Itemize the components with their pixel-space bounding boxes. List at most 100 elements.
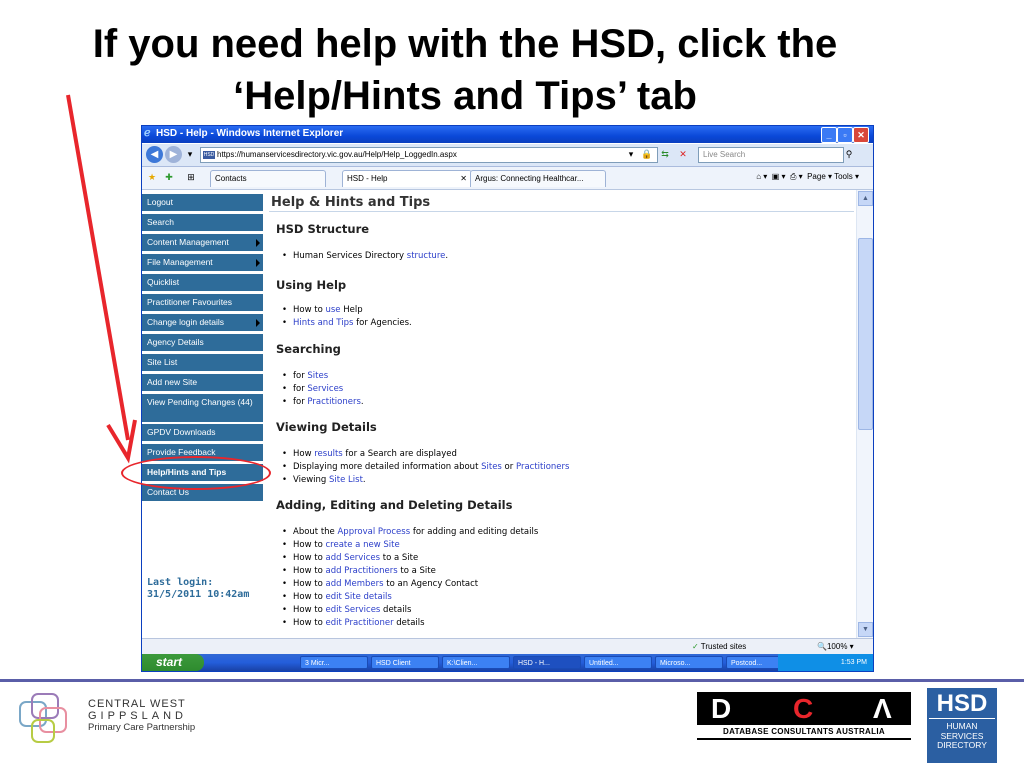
taskbar-button[interactable]: HSD Client <box>371 656 439 669</box>
sidebar-item-change-login-details[interactable]: Change login details <box>142 314 263 332</box>
list-item: About the Approval Process for adding an… <box>276 526 538 539</box>
sidebar-item-search[interactable]: Search <box>142 214 263 232</box>
item-text: to a Site <box>397 566 436 576</box>
last-login-value: 31/5/2011 10:42am <box>147 589 250 600</box>
dca-subtitle: DATABASE CONSULTANTS AUSTRALIA <box>697 725 911 738</box>
scroll-up-icon[interactable]: ▲ <box>858 191 873 206</box>
help-link[interactable]: edit Practitioner <box>325 618 393 628</box>
list-item: How to edit Practitioner details <box>276 617 538 630</box>
help-link[interactable]: Sites <box>307 371 328 381</box>
item-text: How to <box>293 540 326 550</box>
taskbar-button[interactable]: Untitled... <box>584 656 652 669</box>
favorites-star-icon[interactable]: ★ <box>145 171 159 184</box>
sidebar-item-site-list[interactable]: Site List <box>142 354 263 372</box>
close-icon[interactable]: ✕ <box>853 127 869 143</box>
help-link[interactable]: results <box>314 449 342 459</box>
print-icon[interactable]: ⎙ ▾ <box>790 172 803 181</box>
status-bar: ✓ Trusted sites 🔍100% ▾ <box>142 638 873 654</box>
cwg-wordmark: CENTRAL WEST GIPPSLAND Primary Care Part… <box>88 698 195 734</box>
live-search-input[interactable]: Live Search <box>698 147 844 163</box>
hsd-line-3: DIRECTORY <box>937 740 987 750</box>
tab-hsd-help[interactable]: HSD - Help ✕ <box>342 170 472 187</box>
stop-icon[interactable]: ✕ <box>676 148 690 161</box>
address-input[interactable]: HSD https://humanservicesdirectory.vic.g… <box>200 147 658 163</box>
help-link[interactable]: create a new Site <box>325 540 399 550</box>
help-link[interactable]: add Practitioners <box>325 566 397 576</box>
maximize-icon[interactable]: ▫ <box>837 127 853 143</box>
feeds-icon[interactable]: ▣ ▾ <box>772 172 786 181</box>
help-link[interactable]: Practitioners <box>516 462 569 472</box>
item-text: How to <box>293 605 326 615</box>
help-link[interactable]: use <box>325 305 340 315</box>
sidebar-item-practitioner-favourites[interactable]: Practitioner Favourites <box>142 294 263 312</box>
taskbar-button[interactable]: Postcod... <box>726 656 782 669</box>
help-link[interactable]: Site List <box>329 475 363 485</box>
add-favorite-icon[interactable]: ✚ <box>162 171 176 184</box>
trusted-sites-zone[interactable]: ✓ Trusted sites <box>692 639 746 654</box>
start-button[interactable]: start <box>142 654 204 671</box>
list-item: How to add Members to an Agency Contact <box>276 578 538 591</box>
sidebar-item-label: Add new Site <box>147 377 198 387</box>
tab-close-icon[interactable]: ✕ <box>460 171 467 187</box>
list-item: Viewing Site List. <box>276 474 569 487</box>
item-text: for adding and editing details <box>410 527 539 537</box>
sidebar-item-content-management[interactable]: Content Management <box>142 234 263 252</box>
item-text: to an Agency Contact <box>383 579 479 589</box>
tab-argus[interactable]: Argus: Connecting Healthcar... <box>470 170 606 187</box>
scroll-thumb[interactable] <box>858 238 873 430</box>
taskbar-button[interactable]: K:\Clien... <box>442 656 510 669</box>
vertical-scrollbar[interactable]: ▲ ▼ <box>856 190 873 638</box>
item-text: to a Site <box>380 553 419 563</box>
help-link[interactable]: Practitioners <box>307 397 360 407</box>
help-link[interactable]: add Services <box>325 553 380 563</box>
help-link[interactable]: edit Site details <box>325 592 391 602</box>
window-title: HSD - Help - Windows Internet Explorer <box>156 128 344 139</box>
taskbar-button[interactable]: Microso... <box>655 656 723 669</box>
refresh-icon[interactable]: ⇆ <box>658 148 672 161</box>
list-item: How to create a new Site <box>276 539 538 552</box>
item-text: details <box>380 605 412 615</box>
live-search-placeholder: Live Search <box>703 150 746 159</box>
help-link[interactable]: add Members <box>325 579 383 589</box>
item-text: for Agencies. <box>353 318 412 328</box>
history-dropdown-icon[interactable]: ▾ <box>183 148 197 161</box>
submenu-arrow-icon <box>256 239 260 247</box>
item-text: How to <box>293 579 326 589</box>
forward-icon[interactable]: ▶ <box>165 146 182 163</box>
scroll-down-icon[interactable]: ▼ <box>858 622 873 637</box>
list-item: Hints and Tips for Agencies. <box>276 317 412 330</box>
sidebar-item-file-management[interactable]: File Management <box>142 254 263 272</box>
sidebar-item-agency-details[interactable]: Agency Details <box>142 334 263 352</box>
item-text: for <box>293 371 308 381</box>
address-dropdown-icon[interactable]: ▾ <box>624 148 638 161</box>
back-icon[interactable]: ◀ <box>146 146 163 163</box>
sidebar-item-quicklist[interactable]: Quicklist <box>142 274 263 292</box>
help-link[interactable]: Sites <box>481 462 502 472</box>
sidebar-item-logout[interactable]: Logout <box>142 194 263 212</box>
taskbar: start 3 Micr... HSD Client K:\Clien... H… <box>142 654 873 671</box>
zoom-value: 100% <box>826 642 848 651</box>
home-icon[interactable]: ⌂ ▾ <box>756 172 767 181</box>
tab-contacts[interactable]: Contacts <box>210 170 326 187</box>
slide-title-line-1: If you need help with the HSD, click the <box>92 22 838 66</box>
help-link[interactable]: structure <box>407 251 446 261</box>
search-icon[interactable]: ⚲ <box>842 148 856 161</box>
help-link[interactable]: edit Services <box>325 605 380 615</box>
zoom-level[interactable]: 🔍100% ▾ <box>817 639 854 654</box>
quick-tabs-icon[interactable]: ⊞ <box>184 171 198 184</box>
taskbar-button[interactable]: HSD - H... <box>513 656 581 669</box>
taskbar-button-label: Untitled... <box>589 660 619 667</box>
item-text: How to <box>293 618 326 628</box>
lock-icon[interactable]: 🔒 <box>640 148 654 161</box>
help-link[interactable]: Services <box>307 384 343 394</box>
taskbar-button-label: HSD - H... <box>518 660 550 667</box>
sidebar-item-gpdv-downloads[interactable]: GPDV Downloads <box>142 424 263 442</box>
help-link[interactable]: Hints and Tips <box>293 318 353 328</box>
taskbar-button[interactable]: 3 Micr... <box>300 656 368 669</box>
minimize-icon[interactable]: _ <box>821 127 837 143</box>
help-link[interactable]: Approval Process <box>337 527 410 537</box>
sidebar-item-add-new-site[interactable]: Add new Site <box>142 374 263 392</box>
command-bar-labels[interactable]: Page ▾ Tools ▾ <box>807 172 859 181</box>
sidebar-item-view-pending-changes[interactable]: View Pending Changes (44) <box>142 394 263 423</box>
item-text: How to <box>293 553 326 563</box>
